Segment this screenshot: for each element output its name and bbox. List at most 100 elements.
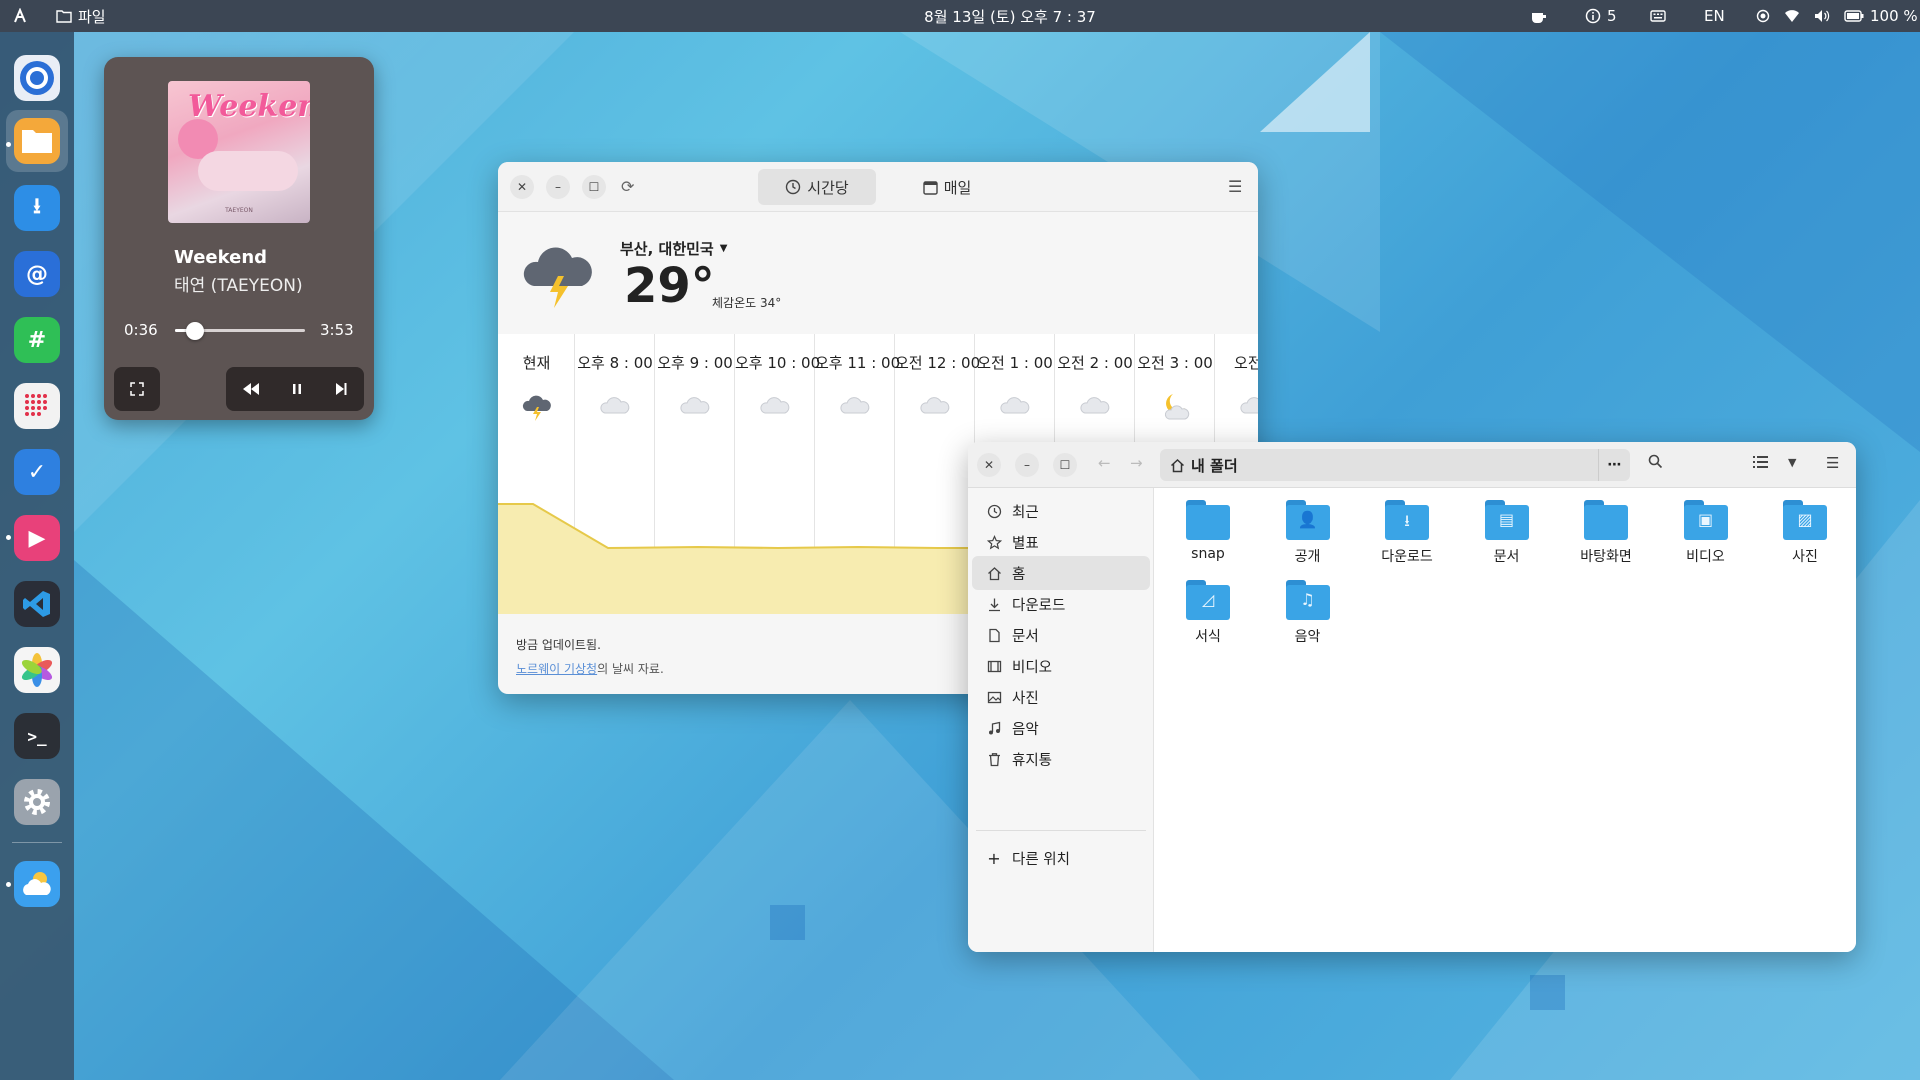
menu-icon[interactable]: ☰ [1228,177,1242,196]
folder-item[interactable]: ▨ 사진 [1760,500,1850,566]
search-icon[interactable] [1648,454,1663,473]
sidebar-item[interactable]: 사진 [972,680,1150,714]
folder-icon [1584,500,1628,540]
settings-icon[interactable] [14,779,60,825]
activities-icon [14,8,26,23]
folder-label: 비디오 [1686,549,1725,565]
chevron-down-icon: ▼ [719,243,728,254]
folder-item[interactable]: ♫ 음악 [1263,580,1353,646]
hour-label: 오전 2 : 00 [1057,354,1133,372]
photos-icon[interactable] [14,647,60,693]
sidebar-item[interactable]: 최근 [972,494,1150,528]
chat-icon[interactable]: # [14,317,60,363]
weather-icon[interactable] [14,861,60,907]
elapsed-time: 0:36 [124,321,158,339]
folder-item[interactable]: snap [1163,500,1253,562]
sidebar-item-label: 사진 [1012,690,1039,707]
hour-label: 오전 12 : 00 [895,354,981,372]
language-indicator[interactable]: EN [1704,0,1725,32]
folder-item[interactable]: 👤 공개 [1263,500,1353,566]
minimize-button[interactable]: – [1015,453,1039,477]
info-circle-icon [1585,8,1601,24]
calendar-icon [922,180,938,195]
seek-bar[interactable] [175,322,305,340]
tab-hourly[interactable]: 시간당 [758,169,876,205]
clock-icon [986,504,1002,519]
sidebar-separator [976,830,1146,831]
data-attribution: 노르웨이 기상청의 날씨 자료. [516,662,664,676]
keyboard-indicator[interactable] [1650,0,1666,32]
clock[interactable]: 8월 13일 (토) 오후 7 : 37 [870,0,1150,32]
sidebar-item[interactable]: 홈 [972,556,1150,590]
met-norway-link[interactable]: 노르웨이 기상청 [516,662,597,676]
path-label: 내 폴더 [1191,456,1238,475]
files-icon[interactable] [14,118,60,164]
folder-icon: ▨ [1783,500,1827,540]
forward-arrow-icon[interactable]: → [1130,454,1143,472]
location-selector[interactable]: 부산, 대한민국 ▼ [620,238,727,259]
track-title: Weekend [174,247,268,268]
files-sidebar: 최근 별표 홈 다운로드 문서비디오사진음악 휴지통 + 다른 위치 [968,488,1154,952]
app-menu[interactable]: 파일 [56,0,106,32]
folder-item[interactable]: ◿ 서식 [1163,580,1253,646]
folder-item[interactable]: ▣ 비디오 [1661,500,1751,566]
clock-icon [786,179,801,195]
sidebar-item[interactable]: 다운로드 [972,587,1150,621]
folder-item[interactable]: ▤ 문서 [1462,500,1552,566]
sidebar-item[interactable]: 별표 [972,525,1150,559]
folder-icon: ♫ [1285,580,1330,620]
sidebar-item[interactable]: 휴지통 [972,742,1150,776]
more-options-icon[interactable]: ⋯ [1598,449,1630,481]
chromium-icon[interactable] [14,55,60,101]
vscode-icon[interactable] [14,581,60,627]
tab-daily[interactable]: 매일 [888,169,1006,205]
minimize-button[interactable]: – [546,175,570,199]
sidebar-item[interactable]: 음악 [972,711,1150,745]
folder-icon [56,10,72,23]
folder-item[interactable]: 바탕화면 [1561,500,1651,566]
sidebar-item[interactable]: 비디오 [972,649,1150,683]
mail-icon[interactable]: @ [14,251,60,297]
caffeine-indicator[interactable] [1530,0,1548,32]
seek-handle[interactable] [185,322,204,340]
maximize-button[interactable]: ☐ [582,175,606,199]
path-bar[interactable]: 내 폴더 ⋯ [1160,449,1630,481]
close-button[interactable]: ✕ [977,453,1001,477]
tasks-icon[interactable]: ✓ [14,449,60,495]
activities-button[interactable] [12,0,28,32]
plus-icon: + [987,848,1001,868]
next-icon[interactable] [334,382,348,396]
notification-indicator[interactable]: 5 [1585,0,1617,32]
downloader-icon[interactable]: ⭳ [14,185,60,231]
thunderstorm-icon [523,247,592,308]
notification-count: 5 [1607,7,1617,25]
sidebar-item-other-locations[interactable]: + 다른 위치 [972,841,1150,875]
system-menu[interactable]: 100 % [1756,0,1918,32]
close-button[interactable]: ✕ [510,175,534,199]
update-status: 방금 업데이트됨. [516,638,601,652]
hour-label: 오전 1 : 00 [977,354,1053,372]
folder-item[interactable]: ⭳ 다운로드 [1362,500,1452,566]
back-arrow-icon[interactable]: ← [1098,454,1111,472]
album-art: Weekend TAEYEON [168,81,310,223]
list-view-icon[interactable] [1753,455,1768,473]
menu-icon[interactable]: ☰ [1826,454,1839,472]
sidebar-item[interactable]: 문서 [972,618,1150,652]
view-options-chevron-icon[interactable]: ▼ [1788,456,1796,469]
previous-icon[interactable] [242,382,260,396]
terminal-icon[interactable]: >_ [14,713,60,759]
sidebar-item-label: 비디오 [1012,659,1053,676]
hour-label: 오후 9 : 00 [657,354,733,372]
maximize-button[interactable]: ☐ [1053,453,1077,477]
refresh-icon[interactable]: ⟳ [621,177,634,196]
thunderstorm-icon [498,392,575,422]
cloud-icon [735,392,815,418]
document-icon [986,628,1002,643]
calendar-icon[interactable] [14,383,60,429]
duration: 3:53 [320,321,354,339]
fullscreen-button[interactable] [114,367,160,411]
video-player-icon[interactable]: ▶ [14,515,60,561]
running-indicator [6,535,11,540]
pause-icon[interactable] [291,382,303,396]
running-indicator [6,882,11,887]
